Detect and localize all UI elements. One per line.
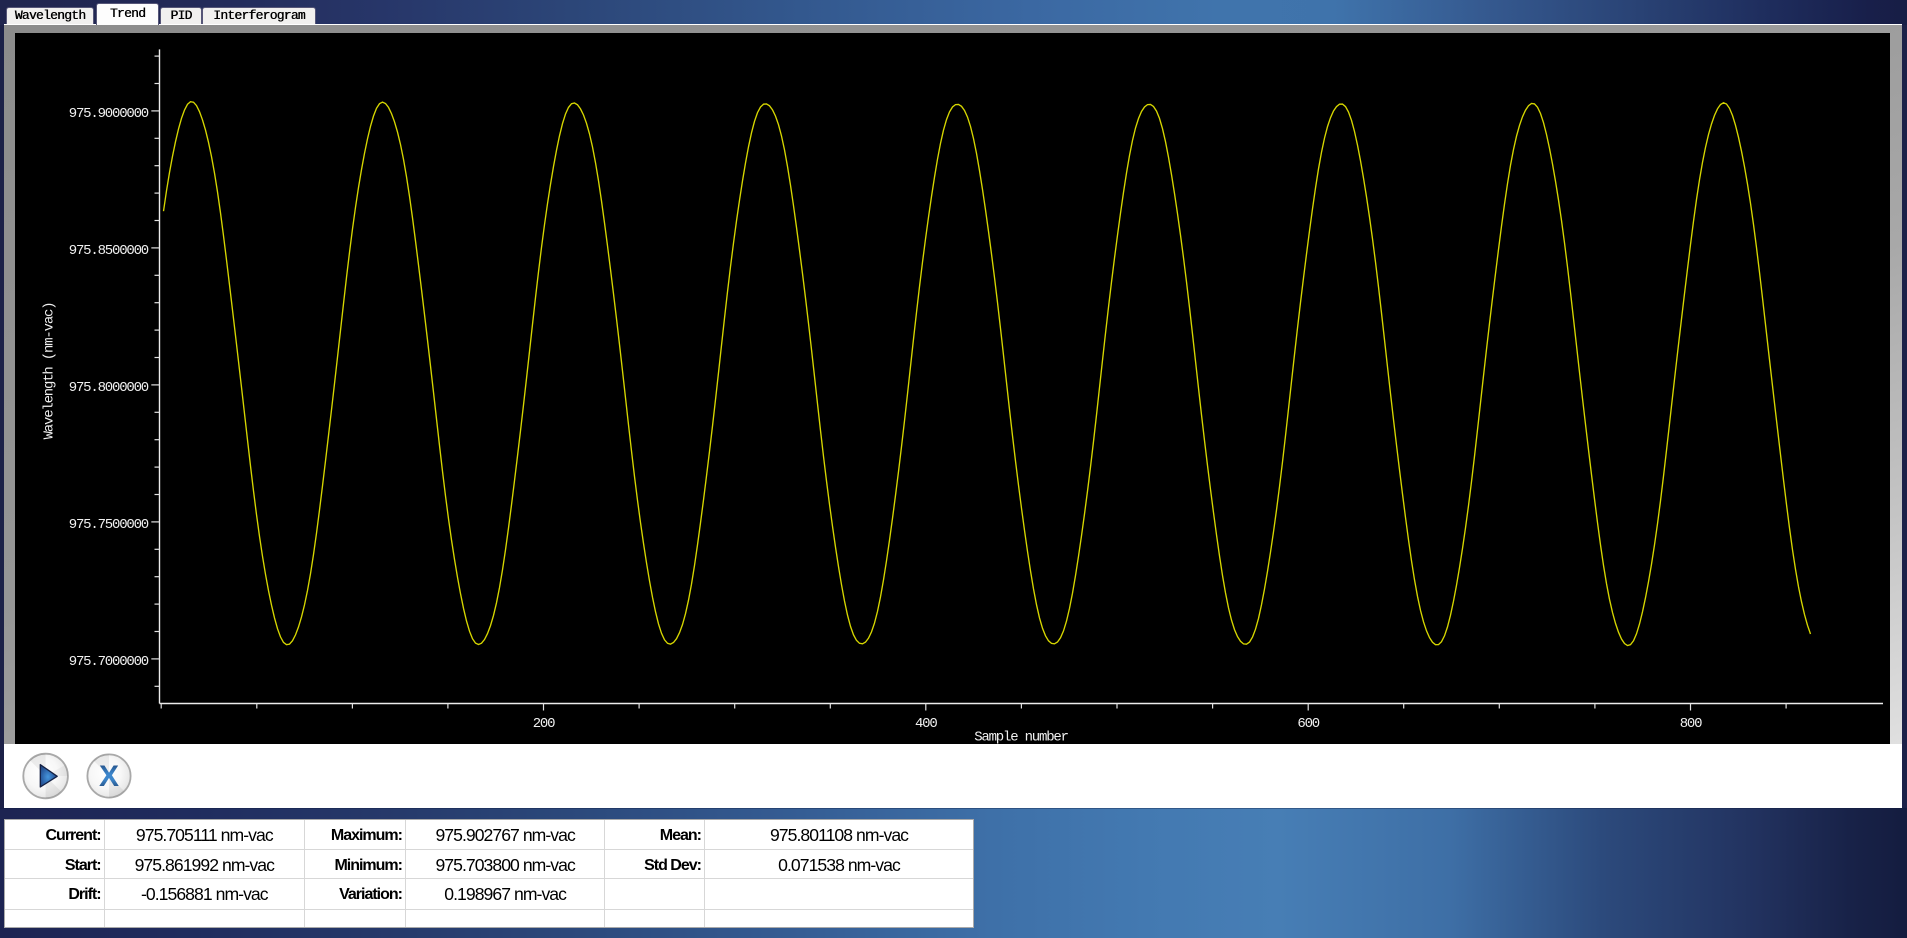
svg-text:200: 200 [533, 716, 555, 732]
svg-text:975.7000000: 975.7000000 [69, 654, 149, 670]
svg-text:600: 600 [1297, 716, 1319, 732]
svg-text:975.8000000: 975.8000000 [69, 380, 149, 396]
svg-text:Wavelength (nm-vac): Wavelength (nm-vac) [42, 303, 58, 440]
svg-text:Sample number: Sample number [974, 730, 1068, 745]
svg-text:X: X [99, 760, 119, 793]
svg-text:975.7500000: 975.7500000 [69, 517, 149, 533]
svg-text:975.8500000: 975.8500000 [69, 243, 149, 259]
svg-text:400: 400 [915, 716, 937, 732]
svg-text:800: 800 [1680, 716, 1702, 732]
svg-text:975.9000000: 975.9000000 [69, 106, 149, 122]
